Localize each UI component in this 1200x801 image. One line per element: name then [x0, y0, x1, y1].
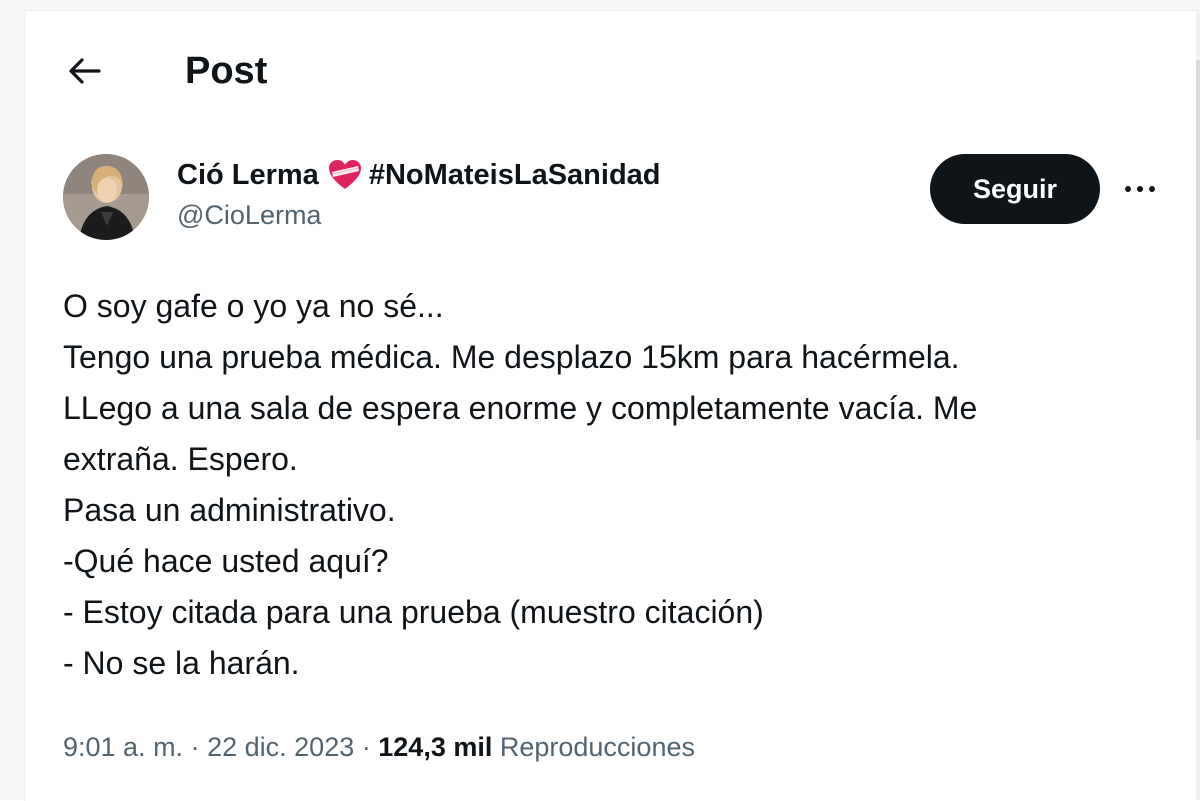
tweet-line: LLego a una sala de espera enorme y comp… — [63, 390, 978, 426]
tweet-line: extraña. Espero. — [63, 441, 298, 477]
heart-bandage-icon — [328, 160, 361, 189]
author-block: Ció Lerma #NoMateisLaSanidad @CioLerma — [177, 157, 661, 233]
tweet-line: - Estoy citada para una prueba (muestro … — [63, 594, 764, 630]
post-header: Post — [25, 11, 1197, 121]
meta-separator: · — [361, 732, 371, 762]
meta-separator: · — [190, 732, 200, 762]
author-hashtag[interactable]: #NoMateisLaSanidad — [369, 157, 661, 193]
tweet-line: Tengo una prueba médica. Me desplazo 15k… — [63, 339, 960, 375]
arrow-left-icon — [69, 58, 101, 84]
author-handle[interactable]: @CioLerma — [177, 197, 661, 233]
tweet-date[interactable]: 22 dic. 2023 — [207, 732, 354, 762]
follow-button[interactable]: Seguir — [930, 154, 1100, 224]
post-card: Post Ció Lerma #NoMateisLaSanidad @CioLe… — [24, 10, 1197, 801]
views-count[interactable]: 124,3 mil — [378, 732, 492, 762]
tweet-line: -Qué hace usted aquí? — [63, 543, 389, 579]
views-label: Reproducciones — [499, 732, 695, 762]
tweet-time[interactable]: 9:01 a. m. — [63, 732, 183, 762]
scrollbar-thumb[interactable] — [1196, 60, 1200, 440]
avatar[interactable] — [63, 154, 149, 240]
back-button[interactable] — [63, 49, 107, 93]
tweet-line: - No se la harán. — [63, 645, 300, 681]
tweet-line: Pasa un administrativo. — [63, 492, 396, 528]
more-horizontal-icon — [1125, 186, 1155, 192]
more-options-button[interactable] — [1115, 169, 1165, 209]
tweet-text: O soy gafe o yo ya no sé... Tengo una pr… — [63, 281, 1153, 689]
tweet-line: O soy gafe o yo ya no sé... — [63, 288, 444, 324]
page-title: Post — [185, 50, 268, 92]
tweet-meta: 9:01 a. m. · 22 dic. 2023 · 124,3 mil Re… — [63, 729, 695, 765]
author-name[interactable]: Ció Lerma — [177, 157, 319, 193]
page-background: Post Ció Lerma #NoMateisLaSanidad @CioLe… — [0, 0, 1200, 801]
profile-photo-icon — [63, 154, 149, 240]
author-name-row[interactable]: Ció Lerma #NoMateisLaSanidad — [177, 157, 661, 193]
